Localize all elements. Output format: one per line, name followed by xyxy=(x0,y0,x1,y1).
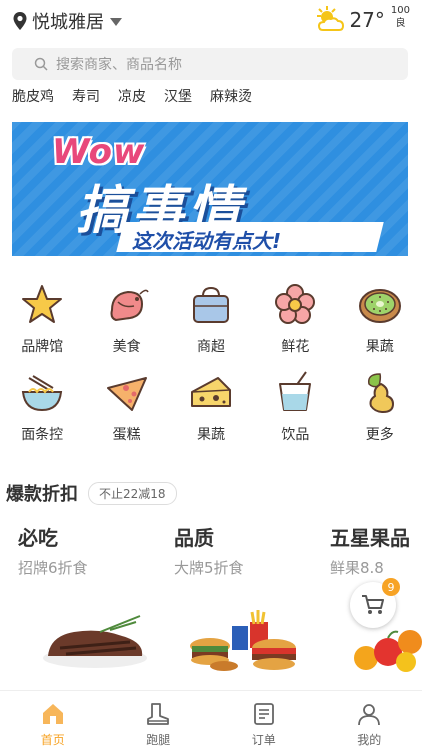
category-item[interactable]: 商超 xyxy=(175,282,247,356)
location-selector[interactable]: 悦城雅居 xyxy=(12,8,122,34)
search-bar[interactable]: 搜索商家、商品名称 xyxy=(12,48,408,80)
location-pin-icon xyxy=(13,12,27,30)
tab-errand[interactable]: 跑腿 xyxy=(128,691,188,750)
tab-label: 我的 xyxy=(357,733,382,747)
location-name: 悦城雅居 xyxy=(32,12,104,33)
deal-subtitle: 招牌6折食 xyxy=(18,559,88,577)
star-icon xyxy=(22,285,63,323)
pear-icon xyxy=(367,373,394,414)
category-item[interactable]: 更多 xyxy=(344,370,416,444)
hot-word[interactable]: 汉堡 xyxy=(164,86,192,106)
deal-title: 品质 xyxy=(174,526,214,550)
category-item[interactable]: 蛋糕 xyxy=(91,370,163,444)
flash-sale-title: 爆款折扣 xyxy=(6,484,78,505)
hot-word[interactable]: 寿司 xyxy=(72,86,100,106)
weather-widget: 27° 100 良 xyxy=(313,4,410,34)
category-item[interactable]: 果蔬 xyxy=(344,282,416,356)
hot-search-words: 脆皮鸡 寿司 凉皮 汉堡 麻辣烫 xyxy=(12,86,252,106)
category-label: 果蔬 xyxy=(196,427,225,443)
category-label: 果蔬 xyxy=(365,339,394,355)
aqi-label: 良 xyxy=(395,18,406,29)
profile-icon xyxy=(358,704,381,726)
hot-word[interactable]: 脆皮鸡 xyxy=(12,86,54,106)
category-item[interactable]: 饮品 xyxy=(259,370,331,444)
banner-wow: Wow xyxy=(52,132,146,172)
discount-pill[interactable]: 不止22减18 xyxy=(88,481,177,505)
burger-combo-image xyxy=(190,610,296,671)
banner-tagline: 这次活动有点大! xyxy=(132,229,282,253)
category-item[interactable]: 品牌馆 xyxy=(6,282,78,356)
deal-subtitle: 鲜果8.8 xyxy=(330,559,384,577)
tab-label: 首页 xyxy=(40,733,65,747)
category-label: 更多 xyxy=(365,427,394,443)
shopping-cart-icon xyxy=(362,595,384,614)
promo-banner[interactable]: Wow 搞事情 这次活动有点大! xyxy=(12,122,408,256)
kiwi-icon xyxy=(358,289,401,323)
deal-card[interactable]: 品质 大牌5折食 xyxy=(174,522,244,578)
category-item[interactable]: 鲜花 xyxy=(259,282,331,356)
temperature: 27° xyxy=(349,8,385,32)
flower-icon xyxy=(275,284,316,324)
deal-subtitle: 大牌5折食 xyxy=(174,559,244,577)
shopping-bag-icon xyxy=(192,286,229,323)
hot-word[interactable]: 凉皮 xyxy=(118,86,146,106)
category-label: 鲜花 xyxy=(281,339,310,355)
category-label: 蛋糕 xyxy=(112,427,141,443)
tab-home[interactable]: 首页 xyxy=(23,691,83,750)
search-icon xyxy=(34,57,48,71)
cart-count-badge: 9 xyxy=(382,578,400,596)
bottom-tab-bar: 首页 跑腿 订单 我的 xyxy=(0,690,422,750)
home-icon xyxy=(42,704,63,724)
tab-label: 订单 xyxy=(251,733,276,747)
deal-card[interactable]: 必吃 招牌6折食 xyxy=(18,522,88,578)
deal-title: 必吃 xyxy=(18,526,58,550)
deal-card[interactable]: 五星果品 鲜果8.8 xyxy=(330,522,410,578)
hot-word[interactable]: 麻辣烫 xyxy=(210,86,252,106)
category-label: 面条控 xyxy=(21,427,64,443)
category-item[interactable]: 美食 xyxy=(91,282,163,356)
chevron-down-icon xyxy=(110,18,122,26)
steak-image xyxy=(43,615,147,668)
pizza-slice-icon xyxy=(106,377,147,411)
sunny-cloudy-icon xyxy=(317,6,345,31)
header: 悦城雅居 27° 100 良 xyxy=(0,0,422,40)
air-quality: 100 良 xyxy=(391,4,410,30)
boot-icon xyxy=(147,703,170,725)
cart-button[interactable]: 9 xyxy=(350,578,400,628)
flash-sale-header: 爆款折扣 不止22减18 xyxy=(6,480,177,506)
category-label: 商超 xyxy=(196,339,225,355)
category-label: 饮品 xyxy=(281,427,310,443)
category-item[interactable]: 果蔬 xyxy=(175,370,247,444)
search-placeholder: 搜索商家、商品名称 xyxy=(56,57,182,73)
noodle-bowl-icon xyxy=(22,375,63,412)
deal-title: 五星果品 xyxy=(330,526,410,550)
category-item[interactable]: 面条控 xyxy=(6,370,78,444)
order-list-icon xyxy=(253,703,274,725)
tab-profile[interactable]: 我的 xyxy=(339,691,399,750)
category-label: 美食 xyxy=(112,339,141,355)
cheese-icon xyxy=(190,377,231,407)
category-grid: 品牌馆 美食 商超 鲜花 果蔬 面条控 蛋糕 果蔬 饮品 更多 xyxy=(0,282,422,458)
tab-label: 跑腿 xyxy=(146,733,171,747)
aqi-value: 100 xyxy=(390,5,410,16)
tab-orders[interactable]: 订单 xyxy=(234,691,294,750)
shrimp-icon xyxy=(110,289,149,322)
drink-cup-icon xyxy=(279,371,312,411)
category-label: 品牌馆 xyxy=(21,339,64,355)
